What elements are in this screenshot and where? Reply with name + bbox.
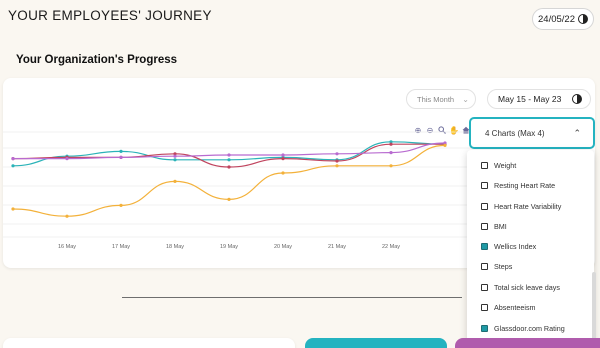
charts-dropdown-label: 4 Charts (Max 4): [485, 128, 545, 138]
period-select[interactable]: This Month ⌄: [406, 89, 476, 109]
page-title: YOUR EMPLOYEES' JOURNEY: [8, 8, 212, 23]
data-point[interactable]: [65, 214, 69, 218]
data-point[interactable]: [389, 151, 393, 155]
dropdown-item-label: Resting Heart Rate: [494, 180, 556, 190]
charts-dropdown-button[interactable]: 4 Charts (Max 4) ⌃: [469, 117, 595, 149]
pink-card: [455, 338, 600, 348]
dropdown-item-weight[interactable]: Weight: [481, 159, 516, 171]
checkbox[interactable]: [481, 222, 488, 230]
progress-line-chart: 16 May 17 May 18 May 19 May 20 May 21 May 22 M…: [3, 131, 473, 250]
data-point[interactable]: [11, 207, 15, 211]
dropdown-item-resting-heart-rate[interactable]: Resting Heart Rate: [481, 179, 555, 191]
dropdown-item-label: Absenteeism: [494, 302, 536, 312]
data-point[interactable]: [173, 154, 177, 158]
section-title: Your Organization's Progress: [16, 54, 177, 66]
x-tick-label: 17 May: [112, 244, 130, 250]
date-text: 24/05/22: [538, 13, 575, 25]
data-point[interactable]: [173, 179, 177, 183]
x-tick-label: 16 May: [58, 244, 76, 250]
dropdown-item-label: Weight: [494, 160, 517, 170]
data-point[interactable]: [335, 152, 339, 156]
dropdown-item-steps[interactable]: Steps: [481, 260, 512, 272]
data-point[interactable]: [119, 203, 123, 207]
dropdown-item-bmi[interactable]: BMI: [481, 220, 507, 232]
checkbox-checked[interactable]: [481, 242, 488, 250]
data-point[interactable]: [389, 142, 393, 146]
data-point[interactable]: [227, 153, 231, 157]
dropdown-item-absenteeism[interactable]: Absenteeism: [481, 301, 536, 313]
date-range-label: May 15 - May 23: [498, 94, 562, 104]
chevron-up-icon: ⌃: [573, 127, 581, 138]
data-point[interactable]: [227, 165, 231, 169]
checkbox[interactable]: [481, 262, 488, 270]
x-tick-label: 19 May: [220, 244, 238, 250]
data-point[interactable]: [227, 197, 231, 201]
data-point[interactable]: [227, 158, 231, 162]
dropdown-item-label: Total sick leave days: [494, 282, 560, 292]
x-tick-label: 20 May: [274, 244, 292, 250]
charts-dropdown-menu: Weight Resting Heart Rate Heart Rate Var…: [467, 150, 594, 345]
dropdown-scrollbar[interactable]: [592, 272, 596, 340]
contrast-icon: [577, 14, 588, 24]
data-point[interactable]: [65, 157, 69, 161]
date-range-picker[interactable]: May 15 - May 23: [487, 89, 591, 109]
contrast-icon: [572, 94, 582, 104]
dropdown-item-wellics-index[interactable]: Wellics Index: [481, 240, 536, 252]
data-point[interactable]: [281, 171, 285, 175]
x-tick-label: 22 May: [382, 244, 400, 250]
x-tick-label: 21 May: [328, 244, 346, 250]
data-point[interactable]: [11, 157, 15, 161]
checkbox[interactable]: [481, 202, 488, 210]
dropdown-item-glassdoor-rating[interactable]: Glassdoor.com Rating: [481, 322, 565, 334]
dropdown-item-label: Glassdoor.com Rating: [494, 323, 565, 333]
data-point[interactable]: [281, 153, 285, 157]
dropdown-item-label: Wellics Index: [494, 241, 537, 251]
checkbox[interactable]: [481, 303, 488, 311]
x-tick-label: 18 May: [166, 244, 184, 250]
chevron-down-icon: ⌄: [462, 94, 469, 104]
data-point[interactable]: [335, 164, 339, 168]
dropdown-item-label: Heart Rate Variability: [494, 201, 562, 211]
data-point[interactable]: [389, 164, 393, 168]
checkbox[interactable]: [481, 181, 488, 189]
dropdown-item-label: BMI: [494, 221, 507, 231]
checkbox[interactable]: [481, 161, 488, 169]
divider: [122, 297, 462, 298]
dropdown-item-total-sick-leave-days[interactable]: Total sick leave days: [481, 281, 560, 293]
dropdown-item-heart-rate-variability[interactable]: Heart Rate Variability: [481, 200, 561, 212]
chart-grid: [3, 131, 473, 238]
dropdown-item-label: Steps: [494, 261, 513, 271]
data-point[interactable]: [11, 164, 15, 168]
checkbox-checked[interactable]: [481, 324, 488, 332]
x-axis-ticks: 16 May 17 May 18 May 19 May 20 May 21 May 22 M…: [58, 244, 400, 250]
data-point[interactable]: [335, 159, 339, 163]
data-point[interactable]: [119, 155, 123, 159]
checkbox[interactable]: [481, 283, 488, 291]
date-pill[interactable]: 24/05/22: [532, 8, 594, 30]
data-point[interactable]: [443, 143, 447, 147]
period-label: This Month: [417, 94, 455, 104]
data-point[interactable]: [173, 158, 177, 162]
data-point[interactable]: [119, 149, 123, 153]
bottom-card: [3, 338, 295, 348]
chart-series: [11, 140, 447, 218]
data-point[interactable]: [281, 157, 285, 161]
teal-card: [305, 338, 447, 348]
